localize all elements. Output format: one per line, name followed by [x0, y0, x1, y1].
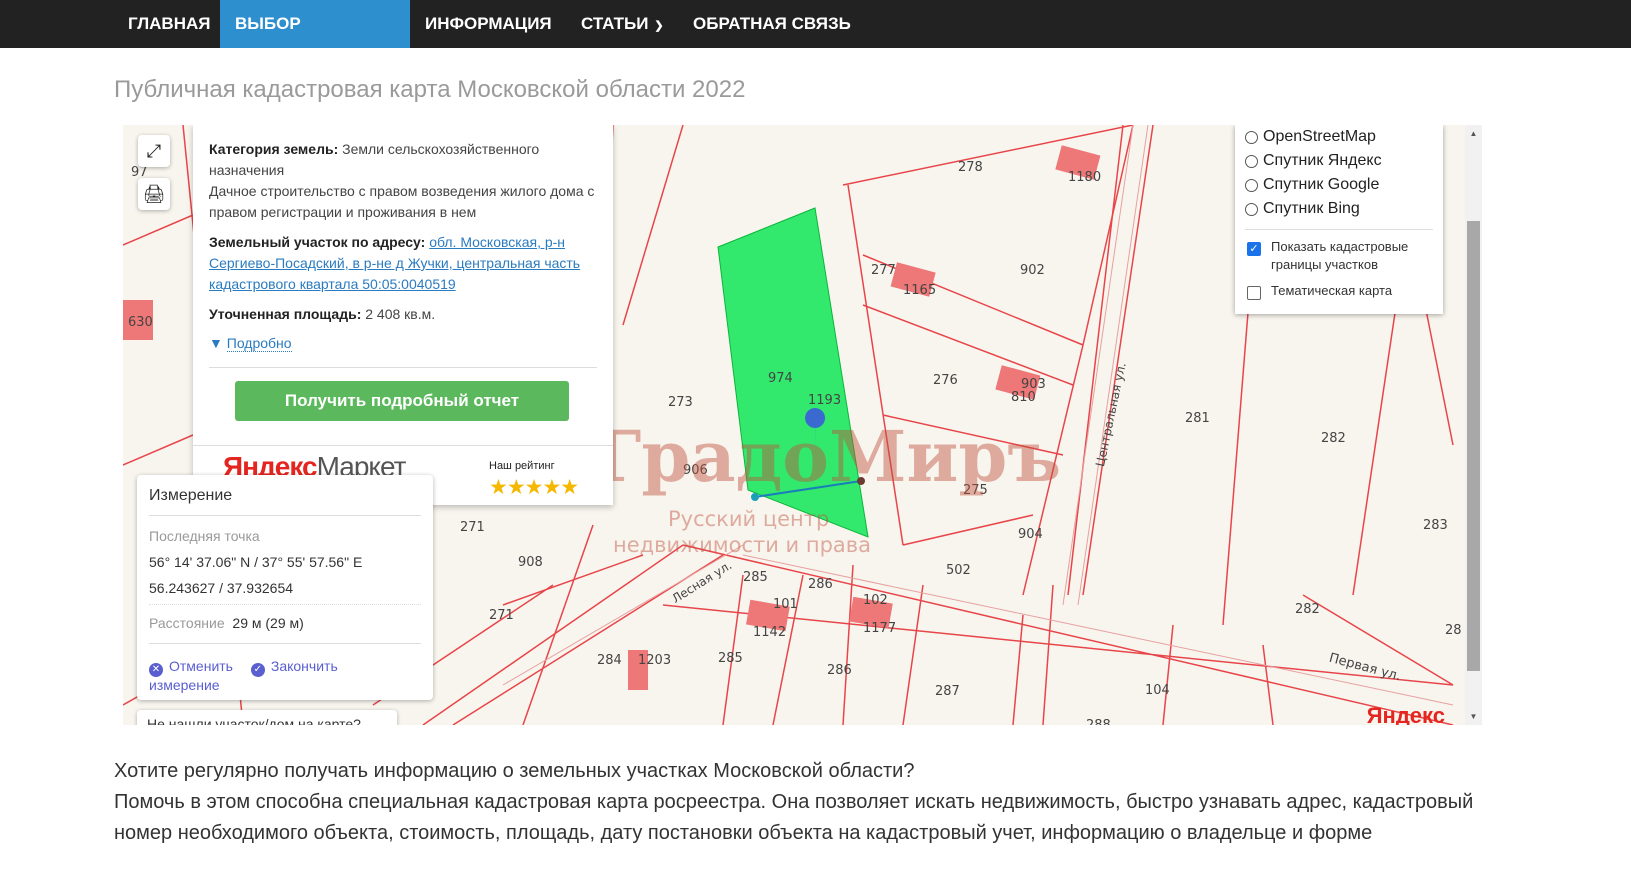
- radio[interactable]: [1245, 130, 1258, 144]
- check-circle-icon: ✓: [250, 663, 265, 677]
- parcel-number: 273: [668, 395, 693, 410]
- expand-icon: ⤢: [146, 140, 162, 161]
- parcel-number: 286: [827, 663, 852, 678]
- parcel-number: 104: [1145, 683, 1170, 698]
- parcel-number: 908: [518, 555, 543, 570]
- parcel-number: 630: [128, 315, 153, 330]
- nav-feedback[interactable]: ОБРАТНАЯ СВЯЗЬ: [678, 0, 866, 48]
- checkbox-checked[interactable]: ✓: [1247, 242, 1261, 256]
- layers-panel: OpenStreetMap Спутник Яндекс Спутник Goo…: [1235, 125, 1443, 314]
- layer-osm[interactable]: OpenStreetMap: [1245, 125, 1433, 149]
- top-nav: ГЛАВНАЯ ВЫБОР РЕГИОНА ❯ ИНФОРМАЦИЯ СТАТЬИ…: [0, 0, 1631, 81]
- scroll-thumb[interactable]: [1467, 221, 1480, 671]
- cadastral-borders-toggle[interactable]: ✓ Показать кадастровые границы участков: [1245, 238, 1433, 274]
- printer-icon: 🖨: [142, 183, 166, 204]
- layer-bing-sat[interactable]: Спутник Bing: [1245, 197, 1433, 221]
- parcel-number: 282: [1321, 431, 1346, 446]
- parcel-number: 102: [863, 593, 888, 608]
- star-rating: ★★★★★: [489, 476, 579, 499]
- parcel-number: 276: [933, 373, 958, 388]
- parcel-number: 810: [1011, 390, 1036, 405]
- scroll-up-icon[interactable]: ▲: [1465, 129, 1482, 138]
- divider: [209, 367, 597, 368]
- parcel-number: 278: [958, 160, 983, 175]
- nav-articles[interactable]: СТАТЬИ ❯: [566, 0, 679, 48]
- article-text: Хотите регулярно получать информацию о з…: [114, 760, 1474, 844]
- parcel-number: 1142: [753, 625, 787, 640]
- nav-region[interactable]: ВЫБОР РЕГИОНА ❯: [220, 0, 410, 81]
- layer-yandex-sat[interactable]: Спутник Яндекс: [1245, 149, 1433, 173]
- print-button[interactable]: 🖨: [138, 178, 170, 210]
- checkbox[interactable]: [1247, 286, 1261, 300]
- parcel-number: 1193: [808, 393, 842, 408]
- parcel-info-popup: Категория земель: Земли сельскохозяйстве…: [193, 125, 613, 505]
- cancel-measure-button[interactable]: ✕ Отменить: [149, 658, 233, 677]
- yandex-logo: Яндекс: [1366, 703, 1445, 725]
- parcel-number: 287: [935, 684, 960, 699]
- parcel-number: 286: [808, 577, 833, 592]
- triangle-down-icon: ▼: [209, 335, 223, 351]
- radio[interactable]: [1245, 178, 1258, 192]
- parcel-number: 288: [1086, 718, 1111, 725]
- layer-google-sat[interactable]: Спутник Google: [1245, 173, 1433, 197]
- parcel-number: 1180: [1068, 170, 1102, 185]
- get-report-button[interactable]: Получить подробный отчет: [235, 381, 569, 421]
- details-toggle[interactable]: ▼ Подробно: [209, 333, 597, 354]
- parcel-number: 502: [946, 563, 971, 578]
- parcel-number: 282: [1295, 602, 1320, 617]
- close-circle-icon: ✕: [149, 663, 163, 677]
- watermark-logo: ГрадоМиръ: [593, 415, 1062, 498]
- page-title: Публичная кадастровая карта Московской о…: [114, 76, 746, 103]
- not-found-prompt[interactable]: Не нашли участок/дом на карте?: [137, 710, 397, 725]
- parcel-number: 902: [1020, 263, 1045, 278]
- nav-info[interactable]: ИНФОРМАЦИЯ: [410, 0, 567, 48]
- parcel-number: 28: [1445, 623, 1462, 638]
- radio[interactable]: [1245, 202, 1258, 216]
- parcel-number: 285: [743, 570, 768, 585]
- parcel-number: 271: [489, 608, 514, 623]
- parcel-number: 1177: [863, 621, 897, 636]
- parcel-number: 283: [1423, 518, 1448, 533]
- cadastral-map[interactable]: 278 1180 902 277 1165 276 903 810 275 904 281 282 28…: [123, 125, 1465, 725]
- parcel-number: 285: [718, 651, 743, 666]
- map-scrollbar[interactable]: ▲ ▼: [1465, 125, 1482, 725]
- thematic-map-toggle[interactable]: Тематическая карта: [1245, 282, 1433, 300]
- parcel-number: 284: [597, 653, 622, 668]
- parcel-number: 974: [768, 371, 793, 386]
- measure-panel: Измерение Последняя точка 56° 14' 37.06"…: [137, 475, 433, 700]
- parcel-number: 271: [460, 520, 485, 535]
- fullscreen-button[interactable]: ⤢: [138, 135, 170, 167]
- parcel-number: 277: [871, 263, 896, 278]
- parcel-number: 904: [1018, 527, 1043, 542]
- scroll-down-icon[interactable]: ▼: [1465, 712, 1482, 721]
- radio[interactable]: [1245, 154, 1258, 168]
- parcel-number: 281: [1185, 411, 1210, 426]
- parcel-number: 1165: [903, 283, 937, 298]
- parcel-number: 101: [773, 597, 798, 612]
- nav-home[interactable]: ГЛАВНАЯ: [113, 0, 225, 48]
- chevron-down-icon: ❯: [654, 20, 664, 32]
- parcel-number: 1203: [638, 653, 672, 668]
